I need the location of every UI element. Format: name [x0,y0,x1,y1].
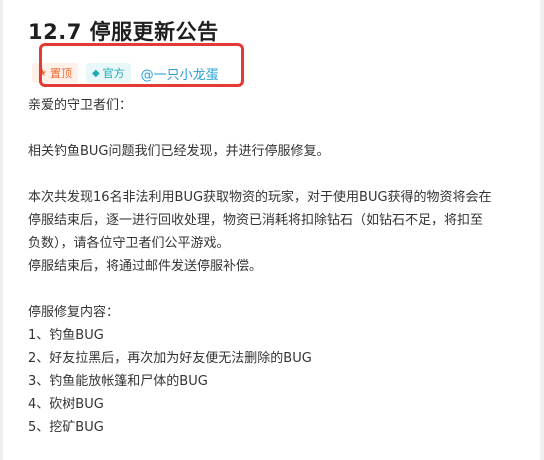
post-page: 12.7 停服更新公告 ★ 置顶 ◆ 官方 @一只小龙蛋 亲爱的守卫者们： 相关… [0,0,544,460]
left-border [0,0,3,460]
fix-item: 2、好友拉黑后，再次加为好友便无法删除的BUG [28,351,312,366]
fix-item: 5、挖矿BUG [28,420,104,435]
highlight-box [39,43,244,87]
paragraph-2-line-1: 本次共发现16名非法利用BUG获取物资的玩家，对于使用BUG获得的物资将会在 [28,190,492,205]
paragraph-2-line-2: 停服结束后，逐一进行回收处理，物资已消耗将扣除钻石（如钻石不足，将扣至 [28,213,484,228]
post-body: 亲爱的守卫者们： 相关钓鱼BUG问题我们已经发现，并进行停服修复。 本次共发现1… [28,94,538,439]
fix-list-header: 停服修复内容： [28,305,120,320]
paragraph-2-line-3: 负数），请各位守卫者们公平游戏。 [28,236,230,251]
paragraph-3: 停服结束后，将通过邮件发送停服补偿。 [28,259,263,274]
scrollbar-track[interactable] [540,0,544,460]
greeting-text: 亲爱的守卫者们： [28,98,133,113]
paragraph-1: 相关钓鱼BUG问题我们已经发现，并进行停服修复。 [28,144,330,159]
fix-item: 4、砍树BUG [28,397,104,412]
fix-item: 1、钓鱼BUG [28,328,104,343]
fix-item: 3、钓鱼能放帐篷和尸体的BUG [28,374,208,389]
post-title: 12.7 停服更新公告 [28,20,219,44]
